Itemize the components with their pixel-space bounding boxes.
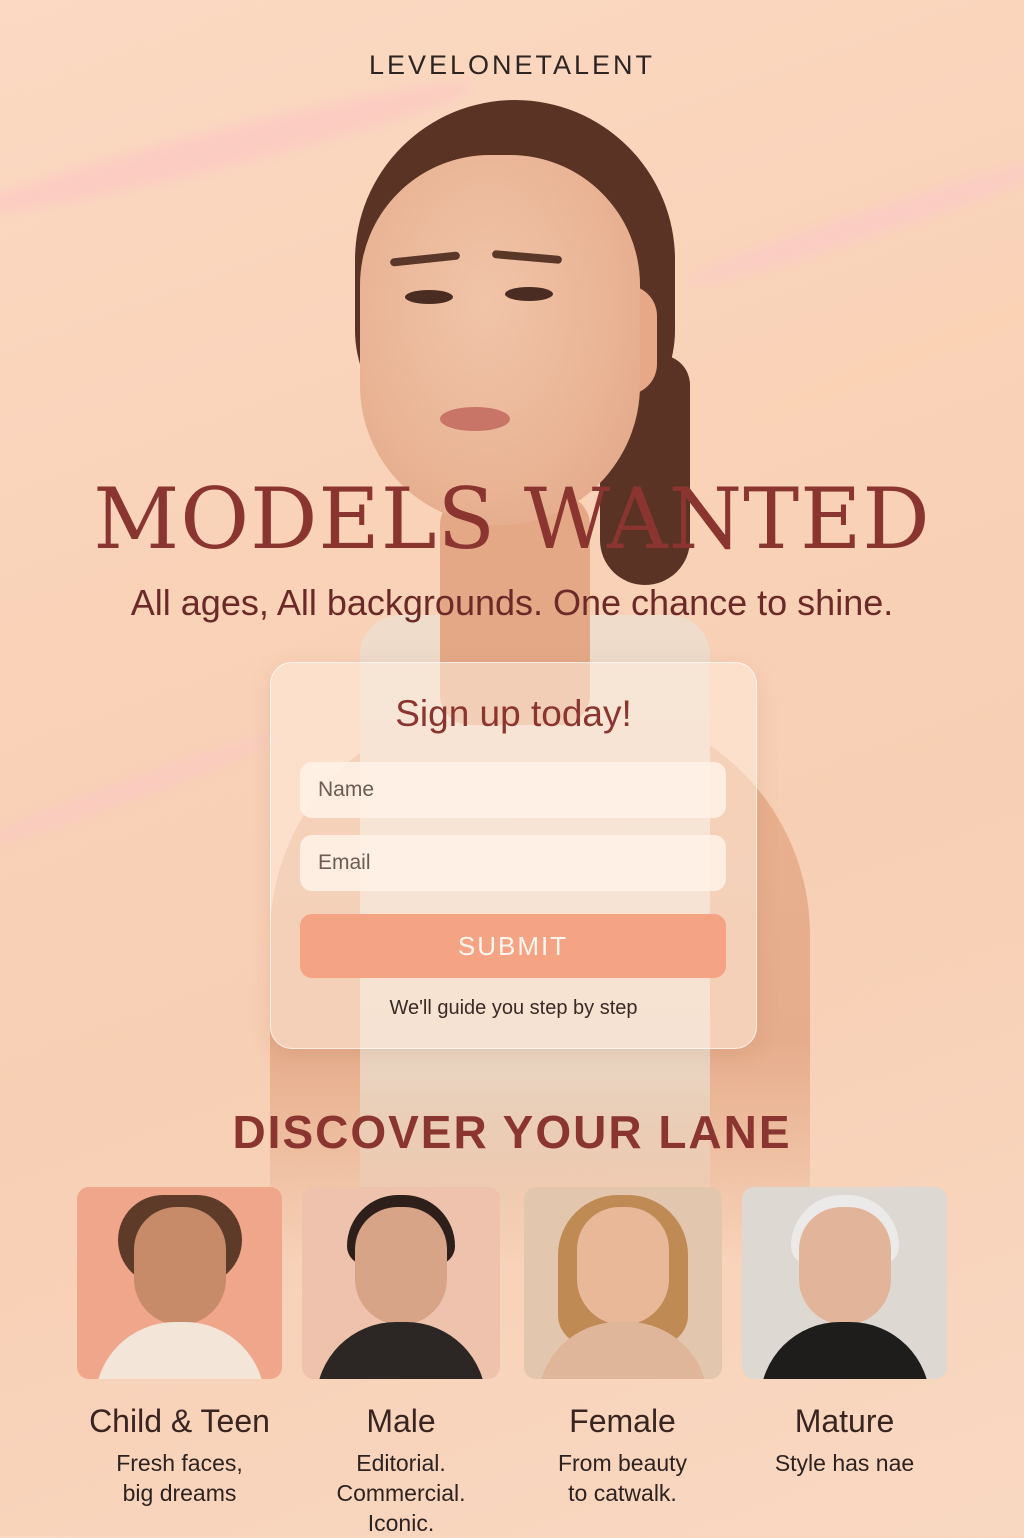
lane-title: Female [569,1403,676,1439]
headline: MODELS WANTED [93,470,931,568]
lane-title: Mature [794,1403,895,1439]
lane-description: From beauty to catwalk. [557,1450,688,1506]
lane-description: Fresh faces, big dreams [116,1450,243,1506]
lane-card-female[interactable]: Female From beauty to catwalk. [524,1187,722,1508]
lane-description: Style has nae [774,1450,915,1476]
brand-logo: LEVELONETALENT [368,50,656,80]
email-input[interactable] [300,835,726,891]
child-teen-photo [77,1187,282,1379]
signup-form: Sign up today! SUBMIT We'll guide you st… [270,662,757,1049]
lane-card-mature[interactable]: Mature Style has nae [742,1187,947,1478]
lane-description: Editorial. Commercial. Iconic. [336,1450,466,1536]
lane-title: Child & Teen [89,1403,270,1439]
section-title: DISCOVER YOUR LANE [232,1106,792,1158]
male-photo [302,1187,500,1379]
form-title: Sign up today! [395,693,632,734]
lane-title: Male [366,1403,436,1439]
lane-card-child-teen[interactable]: Child & Teen Fresh faces, big dreams [77,1187,282,1508]
mature-photo [742,1187,947,1379]
subheadline: All ages, All backgrounds. One chance to… [130,582,894,623]
name-input[interactable] [300,762,726,818]
lane-card-male[interactable]: Male Editorial. Commercial. Iconic. [302,1187,500,1538]
submit-button[interactable]: SUBMIT [300,914,726,978]
female-photo [524,1187,722,1379]
form-note: We'll guide you step by step [389,997,638,1019]
